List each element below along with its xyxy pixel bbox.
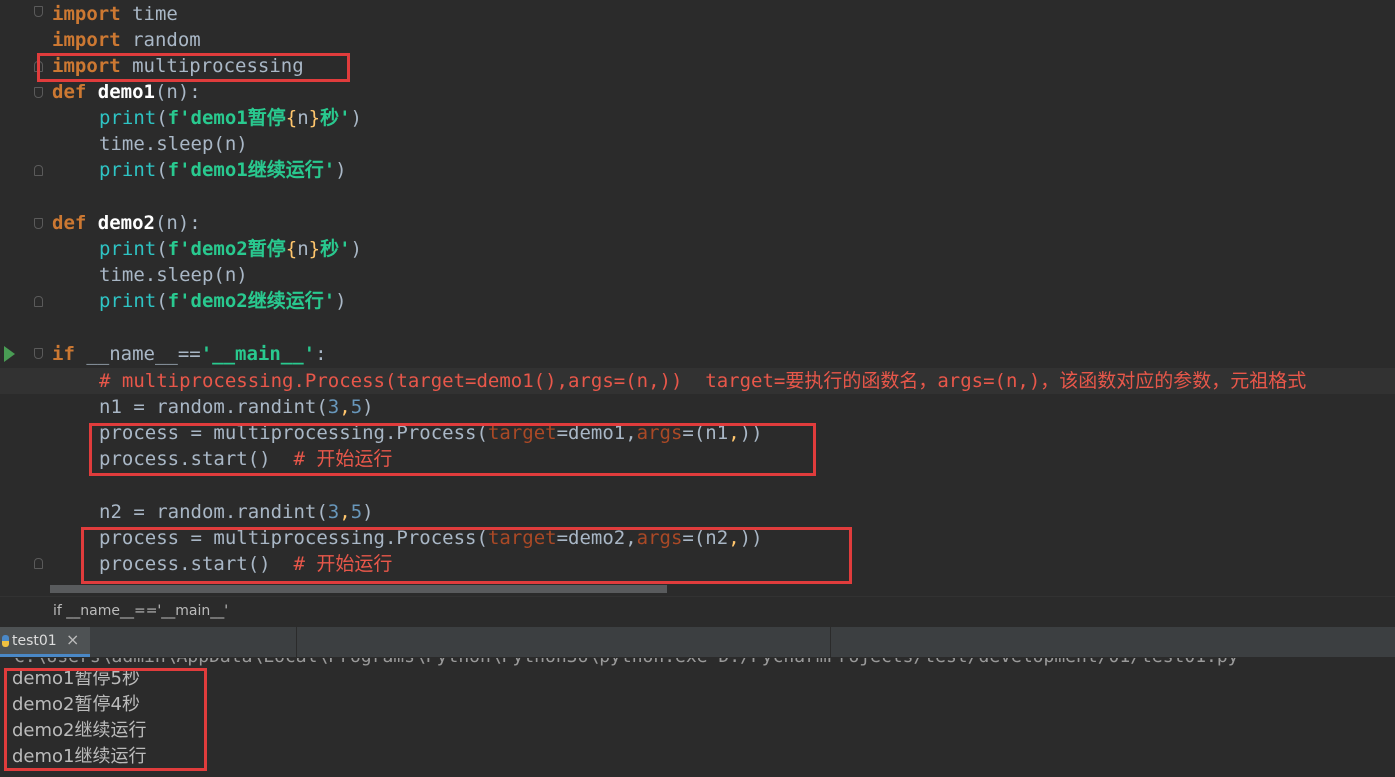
code-line-7: print(f'demo1继续运行') [99,159,347,181]
fold-marker-icon[interactable] [34,218,43,229]
run-gutter-icon[interactable] [4,346,15,362]
tab-divider [830,627,831,657]
tab-test01[interactable]: test01 × [0,627,90,657]
run-tab-bar: test01 × [0,627,1395,658]
code-line-14: if __name__=='__main__': [52,343,327,365]
highlight-box-import [37,53,350,82]
fold-marker-icon[interactable] [34,6,43,17]
code-line-15: # multiprocessing.Process(target=demo1()… [99,370,1307,392]
code-line-1: import time [52,3,178,25]
code-line-9: def demo2(n): [52,212,201,234]
code-line-4: def demo1(n): [52,81,201,103]
code-line-5: print(f'demo1暂停{n}秒') [99,107,362,129]
code-line-12: print(f'demo2继续运行') [99,290,347,312]
fold-marker-icon[interactable] [34,296,43,307]
fold-marker-icon[interactable] [34,165,43,176]
fold-marker-icon[interactable] [34,87,43,98]
breadcrumb[interactable]: if __name__=='__main__' [53,603,228,619]
highlight-box-process1 [89,423,816,476]
console-command: C:\Users\admin\AppData\Local\Programs\Py… [14,658,1239,667]
code-editor[interactable]: import time import random import multipr… [0,0,1395,596]
highlight-box-output [4,668,207,771]
close-icon[interactable]: × [66,630,79,649]
fold-marker-icon[interactable] [34,348,43,359]
code-line-10: print(f'demo2暂停{n}秒') [99,238,362,260]
code-line-2: import random [52,29,201,51]
horizontal-scrollbar[interactable] [50,585,667,593]
breadcrumb-bar: if __name__=='__main__' [0,596,1395,627]
code-line-16: n1 = random.randint(3,5) [99,396,374,418]
run-console[interactable]: C:\Users\admin\AppData\Local\Programs\Py… [0,658,1395,777]
tab-divider [296,627,297,657]
tab-label: test01 [12,633,57,649]
code-line-20: n2 = random.randint(3,5) [99,501,374,523]
code-line-11: time.sleep(n) [99,264,248,286]
fold-marker-icon[interactable] [34,558,43,569]
code-line-6: time.sleep(n) [99,133,248,155]
python-icon [2,635,9,647]
highlight-box-process2 [81,527,852,584]
